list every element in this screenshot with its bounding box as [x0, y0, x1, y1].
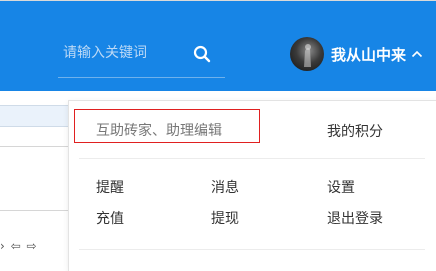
chevron-left-icon[interactable]: ›	[0, 239, 5, 253]
user-name[interactable]: 我从山中来	[331, 44, 406, 65]
background-page-panel: › ⇦ ⇨	[0, 91, 68, 258]
user-dropdown-menu: 互助砖家、助理编辑 我的积分 提醒 消息 设置 充值 提现 退出登录	[68, 100, 436, 271]
role-link[interactable]: 互助砖家、助理编辑	[96, 120, 222, 140]
top-header: 我从山中来	[0, 1, 436, 91]
hollow-arrow-left-icon[interactable]: ⇦	[11, 239, 21, 253]
menu-item-withdraw[interactable]: 提现	[211, 208, 239, 228]
menu-item-settings[interactable]: 设置	[327, 177, 355, 197]
divider	[79, 158, 425, 159]
menu-item-logout[interactable]: 退出登录	[327, 208, 383, 228]
menu-item-recharge[interactable]: 充值	[96, 208, 124, 228]
table-row	[0, 105, 68, 127]
menu-item-remind[interactable]: 提醒	[96, 177, 124, 197]
my-points-link[interactable]: 我的积分	[327, 121, 383, 141]
search-icon[interactable]	[193, 45, 211, 63]
chevron-up-icon[interactable]	[411, 49, 423, 59]
avatar[interactable]	[290, 37, 324, 71]
dropdown-caret	[370, 92, 386, 100]
search-underline	[58, 77, 225, 78]
pager: › ⇦ ⇨	[0, 239, 39, 253]
table-row	[0, 133, 68, 147]
search-input[interactable]	[63, 39, 173, 67]
divider	[79, 249, 425, 250]
menu-item-messages[interactable]: 消息	[211, 177, 239, 197]
table-row	[0, 171, 68, 211]
hollow-arrow-right-icon[interactable]: ⇨	[27, 239, 37, 253]
